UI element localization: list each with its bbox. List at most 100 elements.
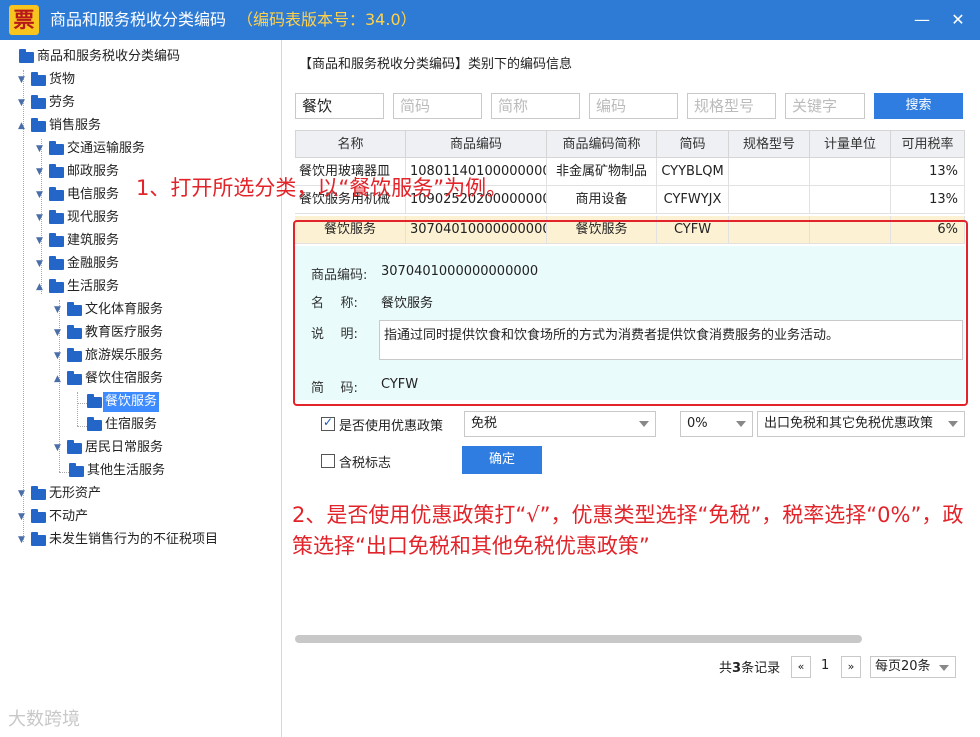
expand-icon[interactable]: ▼ bbox=[36, 231, 48, 251]
use-policy-label: 是否使用优惠政策 bbox=[339, 419, 444, 434]
cell-unit bbox=[810, 186, 891, 214]
tree-node-label: 未发生销售行为的不征税项目 bbox=[49, 532, 219, 547]
confirm-button[interactable]: 确定 bbox=[462, 446, 542, 474]
tree-node-label: 销售服务 bbox=[49, 118, 102, 133]
column-header[interactable]: 规格型号 bbox=[729, 130, 810, 158]
folder-icon bbox=[49, 187, 64, 201]
tree-node-label: 住宿服务 bbox=[105, 417, 158, 432]
use-policy-checkbox[interactable] bbox=[321, 415, 335, 431]
tax-included-checkbox[interactable] bbox=[321, 454, 335, 468]
tree-node-label: 货物 bbox=[49, 72, 76, 87]
tree-node-label: 文化体育服务 bbox=[85, 302, 164, 317]
tree-node-label: 餐饮服务 bbox=[103, 392, 160, 412]
cell-tax-rate: 13% bbox=[891, 186, 965, 214]
expand-icon[interactable]: ▼ bbox=[36, 254, 48, 274]
tree-connector bbox=[77, 392, 78, 426]
folder-icon bbox=[49, 141, 64, 155]
name-search-input[interactable]: 餐饮 bbox=[295, 93, 384, 119]
cell-tax-rate: 13% bbox=[891, 158, 965, 186]
collapse-icon[interactable]: ▲ bbox=[36, 277, 48, 297]
title-bar: 票 商品和服务税收分类编码 （编码表版本号：34.0） — ✕ bbox=[0, 0, 980, 40]
chevron-down-icon bbox=[639, 421, 649, 427]
expand-icon[interactable]: ▼ bbox=[36, 139, 48, 159]
folder-icon bbox=[87, 417, 102, 431]
column-header[interactable]: 商品编码 bbox=[406, 130, 547, 158]
folder-icon bbox=[67, 302, 82, 316]
spec-input[interactable]: 规格型号 bbox=[687, 93, 776, 119]
cell-unit bbox=[810, 158, 891, 186]
expand-icon[interactable]: ▼ bbox=[54, 300, 66, 320]
folder-icon bbox=[49, 210, 64, 224]
tree-node-label: 邮政服务 bbox=[67, 164, 120, 179]
tax-rate-value: 0% bbox=[687, 416, 708, 431]
tree-connector bbox=[23, 70, 24, 542]
column-header[interactable]: 商品编码简称 bbox=[547, 130, 657, 158]
version-label: （编码表版本号：34.0） bbox=[237, 10, 417, 29]
policy-type-value: 免税 bbox=[471, 416, 498, 431]
tree-node-label: 生活服务 bbox=[67, 279, 120, 294]
annotation-step-1: 1、打开所选分类，以“餐饮服务”为例。 bbox=[136, 176, 508, 200]
folder-icon bbox=[49, 256, 64, 270]
search-button[interactable]: 搜索 bbox=[874, 93, 963, 119]
folder-icon bbox=[67, 440, 82, 454]
folder-open-icon bbox=[31, 118, 46, 132]
folder-icon bbox=[31, 509, 46, 523]
expand-icon[interactable]: ▼ bbox=[18, 530, 30, 550]
collapse-icon[interactable]: ▲ bbox=[54, 369, 66, 389]
tree-connector bbox=[59, 472, 69, 473]
prev-page-button[interactable]: « bbox=[791, 656, 811, 678]
tree-node-label: 无形资产 bbox=[49, 486, 102, 501]
folder-icon bbox=[19, 49, 34, 63]
horizontal-scrollbar[interactable] bbox=[295, 635, 862, 643]
code-input[interactable]: 编码 bbox=[589, 93, 678, 119]
tree-node-label: 居民日常服务 bbox=[85, 440, 164, 455]
expand-icon[interactable]: ▼ bbox=[18, 484, 30, 504]
folder-icon bbox=[31, 532, 46, 546]
annotation-highlight-box bbox=[293, 220, 968, 406]
folder-icon bbox=[67, 325, 82, 339]
column-header[interactable]: 可用税率 bbox=[891, 130, 965, 158]
expand-icon[interactable]: ▼ bbox=[54, 323, 66, 343]
tree-node-label: 餐饮住宿服务 bbox=[85, 371, 164, 386]
minimize-button[interactable]: — bbox=[910, 8, 934, 32]
expand-icon[interactable]: ▼ bbox=[36, 185, 48, 205]
expand-icon[interactable]: ▼ bbox=[18, 93, 30, 113]
expand-icon[interactable]: ▼ bbox=[36, 162, 48, 182]
column-header[interactable]: 简码 bbox=[657, 130, 729, 158]
expand-icon[interactable]: ▼ bbox=[18, 70, 30, 90]
policy-type-select[interactable]: 免税 bbox=[464, 411, 656, 437]
collapse-icon[interactable]: ▲ bbox=[18, 116, 30, 136]
close-button[interactable]: ✕ bbox=[946, 8, 970, 32]
expand-icon[interactable]: ▼ bbox=[54, 346, 66, 366]
short-code-input[interactable]: 简码 bbox=[393, 93, 482, 119]
keyword-input[interactable]: 关键字 bbox=[785, 93, 865, 119]
tree-node-label: 不动产 bbox=[49, 509, 89, 524]
cell-short-code: CYYBLQM bbox=[657, 158, 729, 186]
tree-node-label: 现代服务 bbox=[67, 210, 120, 225]
next-page-button[interactable]: » bbox=[841, 656, 861, 678]
tree-node-label: 交通运输服务 bbox=[67, 141, 146, 156]
short-name-input[interactable]: 简称 bbox=[491, 93, 580, 119]
page-size-select[interactable]: 每页20条 bbox=[870, 656, 956, 678]
column-header[interactable]: 计量单位 bbox=[810, 130, 891, 158]
policy-select[interactable]: 出口免税和其它免税优惠政策 bbox=[757, 411, 965, 437]
tree-node-label: 劳务 bbox=[49, 95, 76, 110]
watermark: 大数跨境 bbox=[8, 709, 80, 730]
folder-icon bbox=[31, 72, 46, 86]
folder-icon bbox=[31, 486, 46, 500]
cell-spec bbox=[729, 186, 810, 214]
folder-open-icon bbox=[49, 279, 64, 293]
folder-icon bbox=[87, 394, 102, 408]
tree-node-label: 商品和服务税收分类编码 bbox=[37, 49, 181, 64]
tree-connector bbox=[77, 403, 87, 404]
tax-rate-select[interactable]: 0% bbox=[680, 411, 753, 437]
column-header[interactable]: 名称 bbox=[295, 130, 406, 158]
policy-value: 出口免税和其它免税优惠政策 bbox=[764, 416, 934, 431]
annotation-step-2: 2、是否使用优惠政策打“√”，优惠类型选择“免税”，税率选择“0%”，政策选择“… bbox=[292, 503, 964, 558]
expand-icon[interactable]: ▼ bbox=[18, 507, 30, 527]
record-count: 共3条记录 bbox=[719, 661, 781, 676]
tree-node-label: 教育医疗服务 bbox=[85, 325, 164, 340]
tax-included-label: 含税标志 bbox=[339, 456, 392, 471]
expand-icon[interactable]: ▼ bbox=[54, 438, 66, 458]
expand-icon[interactable]: ▼ bbox=[36, 208, 48, 228]
